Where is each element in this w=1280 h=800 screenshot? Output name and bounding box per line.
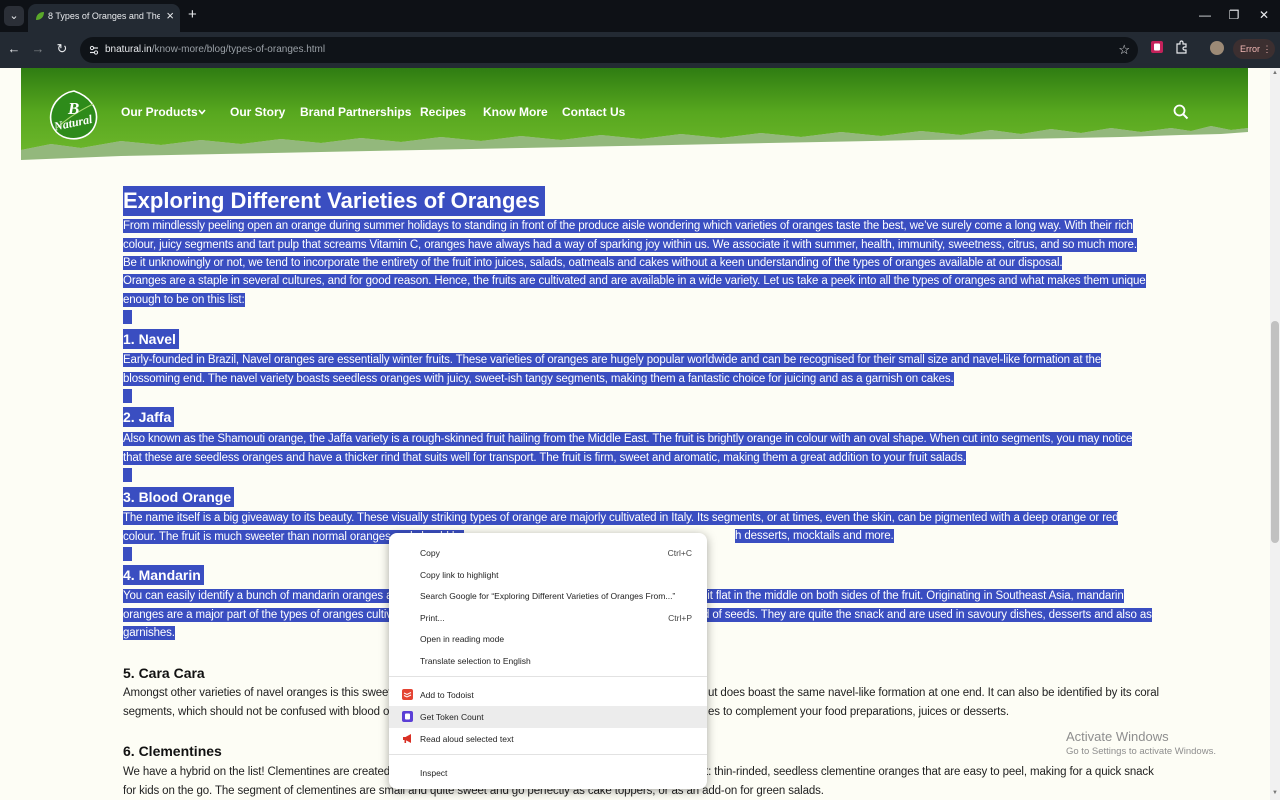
menu-item-get-token-count[interactable]: Get Token Count bbox=[389, 706, 707, 728]
menu-item-copy-link-to-highlight[interactable]: Copy link to highlight bbox=[389, 564, 707, 586]
section-body-jaffa: Also known as the Shamouti orange, the J… bbox=[123, 432, 1133, 465]
token-count-icon bbox=[402, 711, 413, 722]
nav-contact-us[interactable]: Contact Us bbox=[562, 105, 625, 119]
bookmark-star-icon[interactable]: ☆ bbox=[1118, 41, 1130, 59]
tab-close-icon[interactable]: × bbox=[166, 9, 174, 23]
restore-button[interactable]: ❐ bbox=[1224, 6, 1244, 24]
profile-error-label: Error bbox=[1240, 44, 1260, 54]
section-body-mandarin-l1b: bit flat in the middle on both sides of … bbox=[701, 589, 1124, 603]
section-body-cara-cara-l2b: es to complement your food preparations,… bbox=[708, 706, 1009, 718]
reload-button[interactable]: ↻ bbox=[54, 41, 70, 57]
selection-gap bbox=[123, 468, 132, 482]
section-heading-jaffa: 2. Jaffa bbox=[123, 407, 175, 427]
minimize-button[interactable]: — bbox=[1195, 6, 1215, 24]
b-natural-logo[interactable]: B Natural bbox=[47, 88, 101, 142]
selection-gap bbox=[123, 310, 132, 324]
menu-item-add-to-todoist[interactable]: Add to Todoist bbox=[389, 684, 707, 706]
section-body-cara-cara-l1a: Amongst other varieties of navel oranges… bbox=[123, 687, 402, 699]
menu-item-translate[interactable]: Translate selection to English bbox=[389, 650, 707, 672]
tab-strip: ⌄ 8 Types of Oranges and Their U × + — ❐… bbox=[0, 0, 1280, 32]
section-body-clementines-l1a: We have a hybrid on the list! Clementine… bbox=[123, 766, 405, 778]
profile-error-badge[interactable]: Error ⋮ bbox=[1233, 39, 1275, 59]
context-menu: Copy Ctrl+C Copy link to highlight Search… bbox=[389, 533, 707, 789]
section-body-clementines-l1b: t: thin-rinded, seedless clementine oran… bbox=[705, 766, 1154, 778]
intro-paragraph-2: Oranges are a staple in several cultures… bbox=[123, 274, 1146, 307]
section-heading-cara-cara: 5. Cara Cara bbox=[123, 665, 205, 681]
section-heading-navel: 1. Navel bbox=[123, 329, 179, 349]
scrollbar-thumb[interactable] bbox=[1271, 321, 1279, 543]
menu-item-search-google[interactable]: Search Google for “Exploring Different V… bbox=[389, 585, 707, 607]
search-icon[interactable] bbox=[1173, 104, 1189, 120]
section-body-blood-orange-tail: h desserts, mocktails and more. bbox=[735, 529, 894, 543]
todoist-icon bbox=[402, 689, 413, 700]
site-header: B Natural Our Products Our Story Brand P… bbox=[21, 68, 1248, 160]
leaf-favicon-icon bbox=[36, 12, 44, 20]
megaphone-icon bbox=[403, 734, 411, 743]
menu-item-read-aloud[interactable]: Read aloud selected text bbox=[389, 728, 707, 750]
url-text: bnatural.in/know-more/blog/types-of-oran… bbox=[105, 44, 325, 55]
watermark-subtitle: Go to Settings to activate Windows. bbox=[1066, 746, 1216, 757]
token-extension-icon[interactable] bbox=[1150, 40, 1164, 54]
section-body-mandarin-l2a: oranges are a major part of the types of… bbox=[123, 608, 402, 622]
nav-know-more[interactable]: Know More bbox=[483, 105, 548, 119]
section-body-mandarin-l3: garnishes. bbox=[123, 626, 175, 640]
tab-search-button[interactable]: ⌄ bbox=[4, 6, 24, 26]
intro-paragraph-1: From mindlessly peeling open an orange d… bbox=[123, 219, 1137, 270]
back-button[interactable]: ← bbox=[6, 41, 22, 57]
browser-toolbar: ← → ↻ bnatural.in/know-more/blog/types-o… bbox=[0, 32, 1280, 68]
menu-separator bbox=[389, 754, 707, 755]
profile-avatar[interactable] bbox=[1210, 41, 1224, 55]
selection-gap bbox=[123, 547, 132, 561]
nav-our-products[interactable]: Our Products bbox=[121, 105, 198, 119]
scroll-up-arrow-icon[interactable]: ▲ bbox=[1272, 70, 1278, 76]
site-info-icon[interactable] bbox=[88, 44, 100, 56]
menu-separator bbox=[389, 676, 707, 677]
address-bar[interactable]: bnatural.in/know-more/blog/types-of-oran… bbox=[80, 37, 1138, 63]
section-body-navel: Early-founded in Brazil, Navel oranges a… bbox=[123, 353, 1102, 386]
menu-item-reading-mode[interactable]: Open in reading mode bbox=[389, 628, 707, 650]
browser-menu-icon[interactable]: ⋮ bbox=[1263, 44, 1272, 54]
section-body-cara-cara-l2a: segments, which should not be confused w… bbox=[123, 706, 406, 718]
menu-item-copy[interactable]: Copy Ctrl+C bbox=[389, 542, 707, 564]
selection-gap bbox=[123, 389, 132, 403]
scroll-down-arrow-icon[interactable]: ▼ bbox=[1272, 790, 1278, 796]
url-host: bnatural.in bbox=[105, 44, 152, 55]
section-heading-clementines: 6. Clementines bbox=[123, 743, 222, 759]
forward-button[interactable]: → bbox=[30, 41, 46, 57]
nav-recipes[interactable]: Recipes bbox=[420, 105, 466, 119]
watermark-title: Activate Windows bbox=[1066, 729, 1169, 744]
section-heading-blood-orange: 3. Blood Orange bbox=[123, 487, 235, 507]
chevron-down-icon[interactable] bbox=[197, 107, 207, 117]
activate-windows-watermark: Activate Windows Go to Settings to activ… bbox=[1066, 729, 1216, 759]
section-body-mandarin-l2b: d of seeds. They are quite the snack and… bbox=[703, 608, 1152, 622]
nav-our-story[interactable]: Our Story bbox=[230, 105, 285, 119]
nav-brand-partnerships[interactable]: Brand Partnerships bbox=[300, 105, 411, 119]
article-title: Exploring Different Varieties of Oranges bbox=[123, 186, 545, 216]
tab-title: 8 Types of Oranges and Their U bbox=[48, 11, 160, 21]
active-tab[interactable]: 8 Types of Oranges and Their U × bbox=[28, 4, 180, 32]
section-body-cara-cara-l1b: ut does boast the same navel-like format… bbox=[708, 687, 1159, 699]
window-close-button[interactable]: ✕ bbox=[1254, 6, 1274, 24]
url-path: /know-more/blog/types-of-oranges.html bbox=[151, 44, 326, 55]
extensions-puzzle-icon[interactable] bbox=[1175, 40, 1189, 54]
section-heading-mandarin: 4. Mandarin bbox=[123, 565, 204, 585]
new-tab-button[interactable]: + bbox=[188, 6, 197, 24]
menu-item-print[interactable]: Print... Ctrl+P bbox=[389, 607, 707, 629]
section-body-mandarin-l1a: You can easily identify a bunch of manda… bbox=[123, 589, 402, 603]
menu-item-inspect[interactable]: Inspect bbox=[389, 762, 707, 784]
